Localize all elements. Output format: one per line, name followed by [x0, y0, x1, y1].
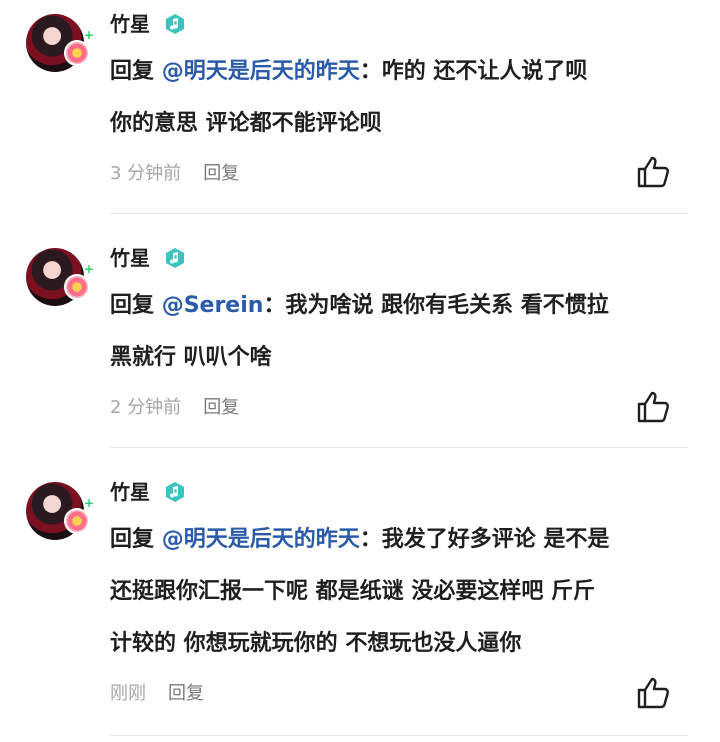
username[interactable]: 竹星 — [110, 11, 150, 37]
avatar[interactable]: + — [26, 248, 94, 306]
reply-prefix: 回复 — [110, 59, 155, 84]
separator: ： — [263, 293, 286, 318]
flower-decoration-icon — [64, 508, 90, 534]
timestamp: 3 分钟前 — [110, 163, 182, 184]
music-badge-icon — [166, 14, 184, 34]
sparkle-icon: + — [83, 262, 94, 276]
reply-prefix: 回复 — [110, 293, 155, 318]
comment-meta: 刚刚 回复 — [110, 682, 204, 706]
separator: ： — [359, 527, 382, 552]
comment-meta: 2 分钟前 回复 — [110, 396, 239, 420]
timestamp: 刚刚 — [110, 683, 146, 704]
sparkle-icon: + — [83, 28, 94, 42]
comment-line: 我为啥说 跟你有毛关系 看不惯拉 — [285, 293, 609, 318]
divider — [110, 735, 688, 736]
sparkle-icon: + — [83, 496, 94, 510]
comment-line: 计较的 你想玩就玩你的 不想玩也没人逼你 — [110, 631, 522, 656]
comment-meta: 3 分钟前 回复 — [110, 162, 239, 186]
timestamp: 2 分钟前 — [110, 397, 182, 418]
mention-link[interactable]: @明天是后天的昨天 — [162, 527, 360, 552]
avatar[interactable]: + — [26, 14, 94, 72]
reply-button[interactable]: 回复 — [203, 163, 239, 184]
username[interactable]: 竹星 — [110, 479, 150, 505]
comment-line: 我发了好多评论 是不是 — [381, 527, 610, 552]
comment-line: 咋的 还不让人说了呗 — [381, 59, 588, 84]
comment-line: 你的意思 评论都不能评论呗 — [110, 111, 382, 136]
comment-line: 还挺跟你汇报一下呢 都是纸谜 没必要这样吧 斤斤 — [110, 579, 595, 604]
reply-button[interactable]: 回复 — [168, 683, 204, 704]
mention-link[interactable]: @Serein — [162, 293, 264, 318]
music-badge-icon — [166, 482, 184, 502]
thumbs-up-icon[interactable] — [636, 676, 670, 710]
flower-decoration-icon — [64, 274, 90, 300]
avatar[interactable]: + — [26, 482, 94, 540]
reply-button[interactable]: 回复 — [203, 397, 239, 418]
mention-link[interactable]: @明天是后天的昨天 — [162, 59, 360, 84]
comment-text: 回复 @Serein：我为啥说 跟你有毛关系 看不惯拉 黑就行 叭叭个啥 — [110, 280, 700, 384]
divider — [110, 447, 688, 448]
thumbs-up-icon[interactable] — [636, 390, 670, 424]
username[interactable]: 竹星 — [110, 245, 150, 271]
comment-line: 黑就行 叭叭个啥 — [110, 345, 272, 370]
flower-decoration-icon — [64, 40, 90, 66]
divider — [110, 213, 688, 214]
separator: ： — [359, 59, 382, 84]
music-badge-icon — [166, 248, 184, 268]
reply-prefix: 回复 — [110, 527, 155, 552]
comment-text: 回复 @明天是后天的昨天：我发了好多评论 是不是 还挺跟你汇报一下呢 都是纸谜 … — [110, 514, 700, 670]
comment-text: 回复 @明天是后天的昨天：咋的 还不让人说了呗 你的意思 评论都不能评论呗 — [110, 46, 700, 150]
thumbs-up-icon[interactable] — [636, 155, 670, 189]
